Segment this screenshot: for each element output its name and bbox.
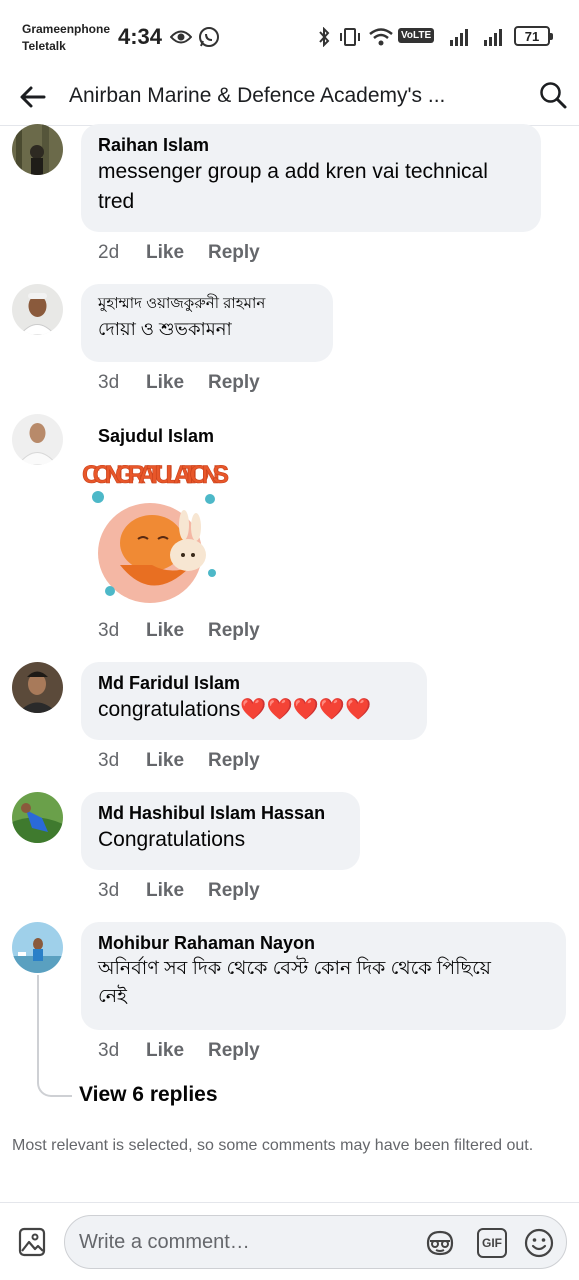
back-arrow-icon[interactable] xyxy=(18,82,48,112)
status-bar: Grameenphone Teletalk 4:34 VoLTE 71 xyxy=(0,0,579,70)
comment-time: 3d xyxy=(98,880,120,901)
reply-button[interactable]: Reply xyxy=(208,1040,260,1062)
congratulations-sticker[interactable]: CONGRATULATIONS xyxy=(80,455,230,605)
view-replies-link[interactable]: View 6 replies xyxy=(79,1083,218,1107)
comment-text: নেই xyxy=(98,986,127,1007)
like-button[interactable]: Like xyxy=(146,1040,208,1062)
comment-bubble[interactable]: Mohibur Rahaman Nayon অনির্বাণ সব দিক থে… xyxy=(81,922,566,1030)
gif-button[interactable]: GIF xyxy=(477,1228,507,1258)
commenter-name[interactable]: Md Hashibul Islam Hassan xyxy=(98,801,343,825)
comment-text: tred xyxy=(98,190,135,213)
comment-text: Congratulations xyxy=(98,828,246,851)
comment-bubble[interactable]: Raihan Islam messenger group a add kren … xyxy=(81,124,541,232)
avatar[interactable] xyxy=(12,922,63,973)
comment-bubble[interactable]: মুহাম্মাদ ওয়াজকুরুনী রাহমান দোয়া ও শুভ… xyxy=(81,284,333,362)
like-button[interactable]: Like xyxy=(146,880,208,902)
comment-time: 3d xyxy=(98,1040,120,1061)
like-button[interactable]: Like xyxy=(146,620,208,642)
comment-text: দোয়া ও শুভকামনা xyxy=(98,319,232,339)
comment-composer: GIF xyxy=(0,1202,579,1280)
header: Anirban Marine & Defence Academy's ... xyxy=(0,70,579,126)
whatsapp-icon xyxy=(198,26,220,48)
page-title: Anirban Marine & Defence Academy's ... xyxy=(69,84,446,107)
filter-notice: Most relevant is selected, so some comme… xyxy=(12,1137,534,1154)
comment-text: messenger group a add kren vai technical xyxy=(98,160,488,183)
commenter-name[interactable]: Md Faridul Islam xyxy=(98,671,410,695)
carrier-2: Teletalk xyxy=(22,39,66,53)
comment-actions: 3d Like Reply xyxy=(98,750,260,772)
avatar[interactable] xyxy=(12,414,63,465)
volte-badge: VoLTE xyxy=(398,28,435,43)
eye-icon xyxy=(170,26,192,48)
comment-time: 3d xyxy=(98,750,120,771)
battery-indicator: 71 xyxy=(514,26,553,46)
comment-actions: 2d Like Reply xyxy=(98,242,260,264)
reply-button[interactable]: Reply xyxy=(208,880,260,902)
commenter-name[interactable]: Raihan Islam xyxy=(98,133,524,157)
comment-time: 2d xyxy=(98,242,120,263)
bluetooth-icon xyxy=(318,26,330,48)
avatar[interactable] xyxy=(12,124,63,175)
avatar[interactable] xyxy=(12,792,63,843)
comment-actions: 3d Like Reply xyxy=(98,1040,260,1062)
reply-button[interactable]: Reply xyxy=(208,372,260,394)
reply-button[interactable]: Reply xyxy=(208,242,260,264)
avatar-sticker-icon[interactable] xyxy=(425,1229,455,1257)
vibrate-icon xyxy=(338,26,362,48)
search-icon[interactable] xyxy=(538,80,568,110)
comment-input[interactable] xyxy=(79,1228,409,1256)
commenter-name[interactable]: Sajudul Islam xyxy=(98,426,214,447)
photo-icon[interactable] xyxy=(18,1227,46,1257)
comment-actions: 3d Like Reply xyxy=(98,372,260,394)
signal-icon-1 xyxy=(448,26,470,48)
emoji-icon[interactable] xyxy=(523,1227,555,1259)
wifi-icon xyxy=(368,26,394,48)
reply-thread-line xyxy=(37,975,72,1097)
commenter-name[interactable]: Mohibur Rahaman Nayon xyxy=(98,931,549,955)
sticker-caption: CONGRATULATIONS xyxy=(82,461,228,489)
comment-bubble[interactable]: Md Hashibul Islam Hassan Congratulations xyxy=(81,792,360,870)
reply-button[interactable]: Reply xyxy=(208,750,260,772)
comment-time: 3d xyxy=(98,620,120,641)
comment-box: GIF xyxy=(64,1215,567,1269)
like-button[interactable]: Like xyxy=(146,372,208,394)
avatar[interactable] xyxy=(12,662,63,713)
carrier-1: Grameenphone xyxy=(22,22,111,36)
like-button[interactable]: Like xyxy=(146,750,208,772)
clock: 4:34 xyxy=(118,24,163,49)
comment-bubble[interactable]: Md Faridul Islam congratulations❤️❤️❤️❤️… xyxy=(81,662,427,740)
avatar[interactable] xyxy=(12,284,63,335)
comment-text: congratulations❤️❤️❤️❤️❤️ xyxy=(98,698,372,721)
comment-time: 3d xyxy=(98,372,120,393)
comment-text: অনির্বাণ সব দিক থেকে বেস্ট কোন দিক থেকে … xyxy=(98,958,491,979)
like-button[interactable]: Like xyxy=(146,242,208,264)
signal-icon-2 xyxy=(482,26,506,48)
comment-actions: 3d Like Reply xyxy=(98,880,260,902)
commenter-name[interactable]: মুহাম্মাদ ওয়াজকুরুনী রাহমান xyxy=(98,293,316,315)
reply-button[interactable]: Reply xyxy=(208,620,260,642)
comment-actions: 3d Like Reply xyxy=(98,620,260,642)
